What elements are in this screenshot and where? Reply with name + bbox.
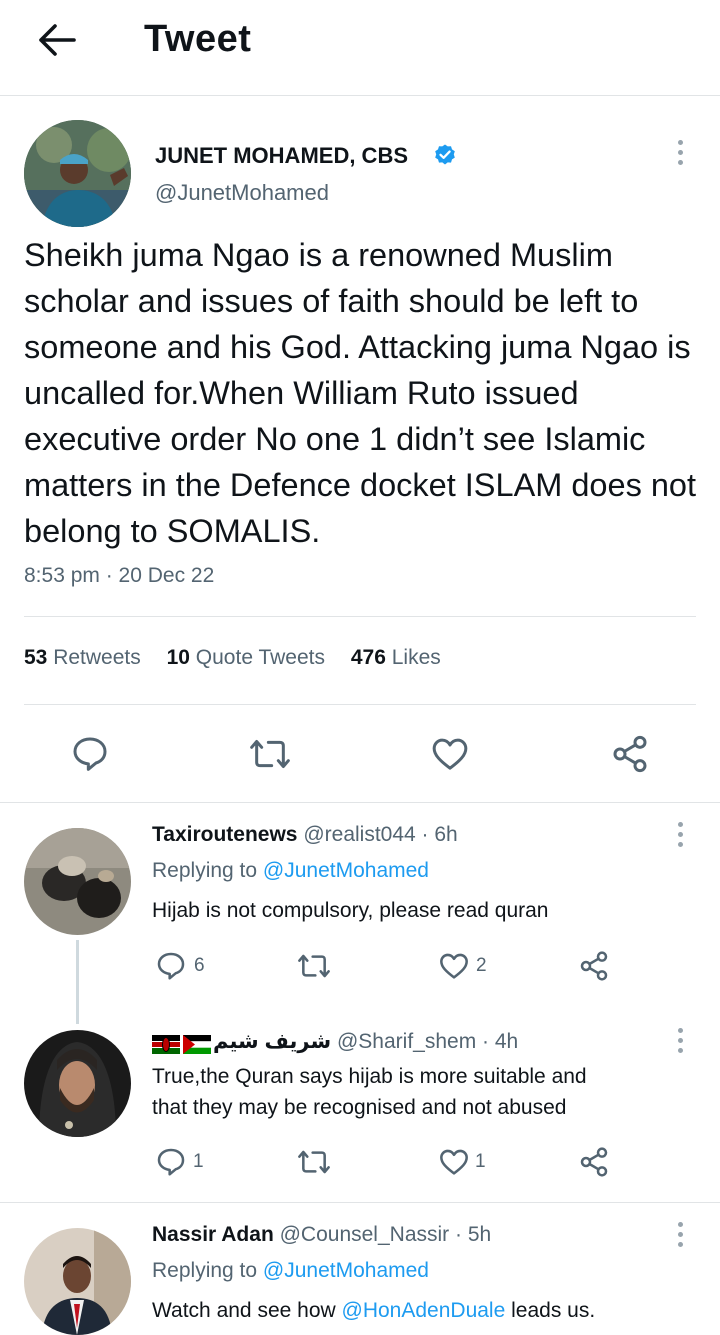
reply-avatar[interactable]	[24, 828, 131, 935]
author-name[interactable]: JUNET MOHAMED, CBS	[155, 143, 408, 169]
reply-icon[interactable]	[155, 950, 187, 982]
share-icon[interactable]	[578, 1146, 610, 1178]
author-handle[interactable]: @JunetMohamed	[155, 180, 329, 206]
replying-to: Replying to @JunetMohamed	[152, 1259, 429, 1282]
reply-text: Watch and see how @HonAdenDuale leads us…	[152, 1299, 596, 1322]
reply-text: Hijab is not compulsory, please read qur…	[152, 899, 549, 922]
reply-text: True,the Quran says hijab is more suitab…	[152, 1065, 587, 1119]
reply-handle-time: @Counsel_Nassir · 5h	[279, 1223, 492, 1246]
tweet-timestamp: 8:53 pm · 20 Dec 22	[24, 564, 215, 587]
reply-count: 6	[194, 955, 205, 976]
likes-stat[interactable]: 476 Likes	[351, 646, 441, 669]
thread-connector	[76, 940, 79, 1024]
replying-to: Replying to @JunetMohamed	[152, 859, 429, 882]
like-icon[interactable]	[438, 1146, 470, 1178]
reply-author[interactable]: Taxiroutenews @realist044 · 6h	[152, 823, 458, 847]
tweet-text: Sheikh juma Ngao is a renowned Muslim sc…	[24, 237, 697, 549]
mention-link[interactable]: @JunetMohamed	[263, 1259, 429, 1282]
divider	[0, 802, 720, 803]
share-icon[interactable]	[578, 950, 610, 982]
kenya-flag-icon	[152, 1035, 180, 1054]
like-icon[interactable]	[438, 950, 470, 982]
engagement-stats: 53 Retweets 10 Quote Tweets 476 Likes	[24, 646, 441, 670]
share-icon[interactable]	[610, 734, 650, 774]
reply-handle-time: @Sharif_shem · 4h	[336, 1030, 519, 1053]
divider	[0, 1202, 720, 1203]
divider	[24, 616, 696, 617]
reply-avatar[interactable]	[24, 1030, 131, 1137]
retweet-icon[interactable]	[296, 950, 332, 982]
mention-link[interactable]: @JunetMohamed	[263, 859, 429, 882]
retweets-stat[interactable]: 53 Retweets	[24, 646, 141, 669]
top-app-bar	[0, 0, 720, 96]
retweet-icon[interactable]	[248, 734, 292, 774]
reply-handle-time: @realist044 · 6h	[303, 823, 458, 846]
divider	[24, 704, 696, 705]
quote-tweets-stat[interactable]: 10 Quote Tweets	[167, 646, 325, 669]
like-icon[interactable]	[430, 734, 470, 774]
reply-count: 1	[193, 1151, 204, 1172]
reply-icon[interactable]	[155, 1146, 187, 1178]
back-arrow-icon[interactable]	[36, 22, 76, 58]
palestine-flag-icon	[183, 1035, 211, 1054]
more-options-icon[interactable]	[675, 140, 685, 165]
reply-icon[interactable]	[70, 734, 110, 774]
reply-author[interactable]: Nassir Adan @Counsel_Nassir · 5h	[152, 1223, 491, 1247]
author-avatar[interactable]	[24, 120, 131, 227]
mention-link[interactable]: @HonAdenDuale	[342, 1299, 506, 1322]
more-options-icon[interactable]	[675, 1222, 685, 1247]
reply-author[interactable]: شريف شيم @Sharif_shem · 4h	[213, 1029, 518, 1054]
like-count: 1	[475, 1151, 486, 1172]
page-title: Tweet	[144, 18, 252, 60]
reply-avatar[interactable]	[24, 1228, 131, 1335]
verified-badge-icon	[435, 144, 455, 165]
more-options-icon[interactable]	[675, 822, 685, 847]
retweet-icon[interactable]	[296, 1146, 332, 1178]
like-count: 2	[476, 955, 487, 976]
more-options-icon[interactable]	[675, 1028, 685, 1053]
